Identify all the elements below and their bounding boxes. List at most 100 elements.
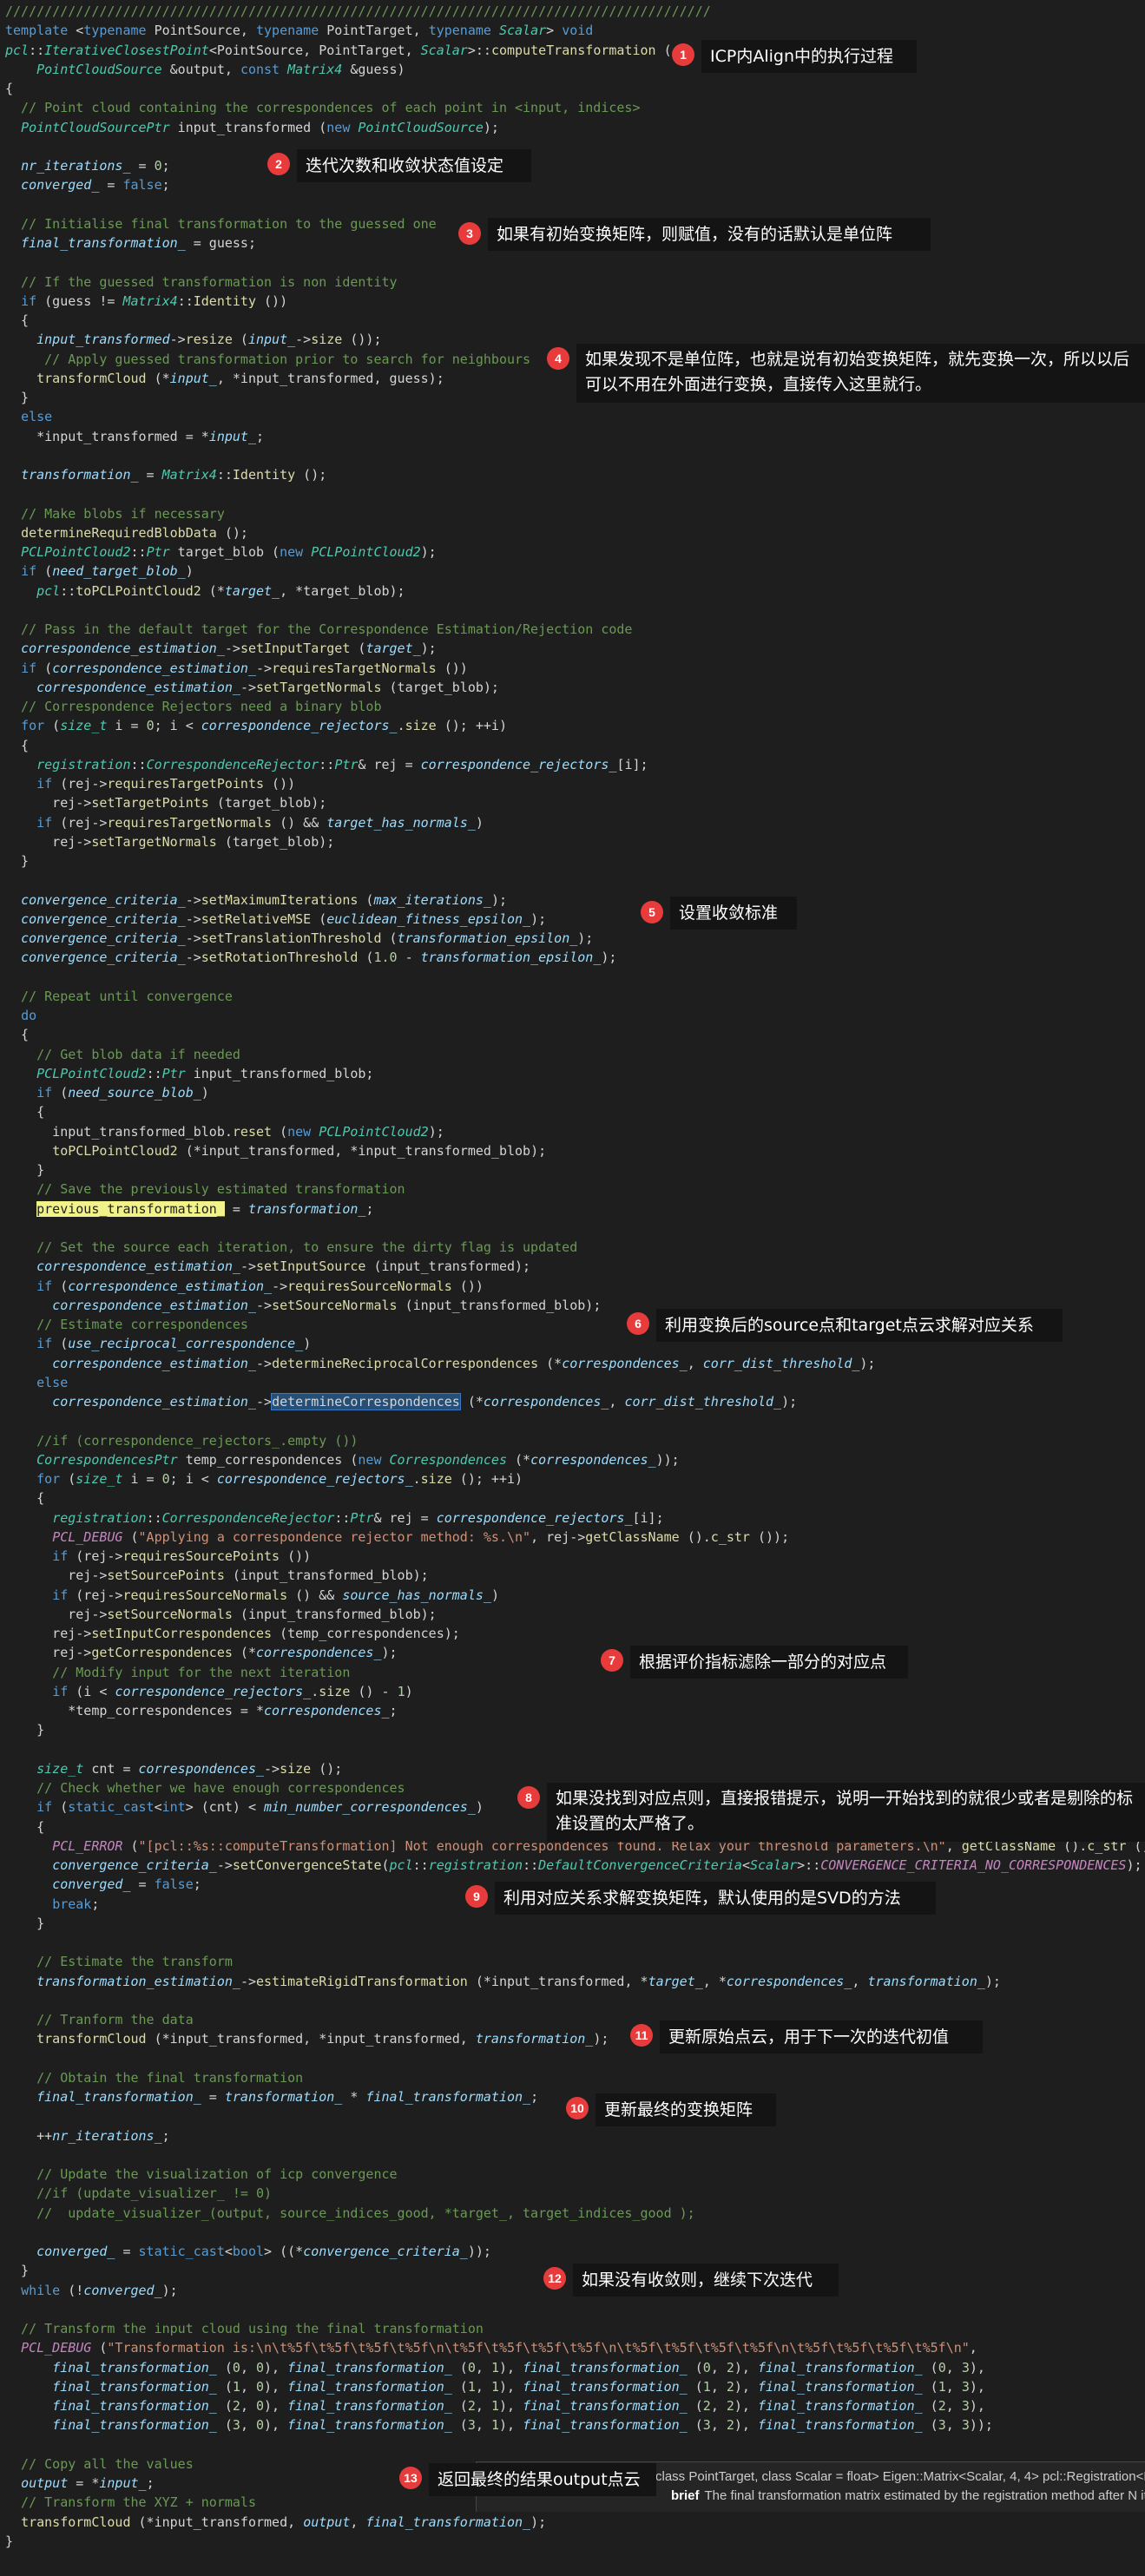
code-line[interactable]: rej->getCorrespondences (*correspondence…: [5, 1643, 397, 1662]
code-line[interactable]: final_transformation_ (1, 0), final_tran…: [5, 2377, 985, 2396]
code-line[interactable]: // Tranform the data: [5, 2010, 194, 2029]
code-line[interactable]: toPCLPointCloud2 (*input_transformed, *i…: [5, 1141, 546, 1160]
code-line[interactable]: rej->setTargetNormals (target_blob);: [5, 832, 334, 851]
code-line[interactable]: }: [5, 1914, 44, 1933]
code-line[interactable]: PointCloudSourcePtr input_transformed (n…: [5, 118, 499, 137]
code-line[interactable]: {: [5, 79, 13, 98]
code-line[interactable]: else: [5, 1373, 68, 1392]
code-line[interactable]: // update_visualizer_(output, source_ind…: [5, 2204, 695, 2223]
code-line[interactable]: convergence_criteria_->setRelativeMSE (e…: [5, 910, 546, 929]
code-line[interactable]: convergence_criteria_->setConvergenceSta…: [5, 1856, 1142, 1875]
code-line[interactable]: pcl::toPCLPointCloud2 (*target_, *target…: [5, 582, 405, 601]
code-line[interactable]: if (rej->requiresTargetPoints ()): [5, 774, 295, 793]
code-line[interactable]: correspondence_estimation_->determineCor…: [5, 1392, 797, 1411]
code-line[interactable]: ////////////////////////////////////////…: [5, 2, 711, 21]
code-line[interactable]: // Transform the XYZ + normals: [5, 2493, 256, 2512]
code-line[interactable]: // Estimate correspondences: [5, 1315, 248, 1334]
code-line[interactable]: determineRequiredBlobData ();: [5, 523, 248, 542]
code-line[interactable]: size_t cnt = correspondences_->size ();: [5, 1759, 342, 1778]
code-line[interactable]: CorrespondencesPtr temp_correspondences …: [5, 1450, 680, 1469]
code-line[interactable]: //if (correspondence_rejectors_.empty ()…: [5, 1431, 358, 1450]
code-line[interactable]: // Repeat until convergence: [5, 987, 233, 1006]
code-line[interactable]: while (!converged_);: [5, 2281, 178, 2300]
code-line[interactable]: do: [5, 1006, 36, 1025]
code-line[interactable]: if (guess != Matrix4::Identity ()): [5, 292, 287, 311]
code-line[interactable]: converged_ = false;: [5, 1875, 201, 1894]
code-line[interactable]: if (need_source_blob_): [5, 1083, 209, 1102]
code-line[interactable]: // If the guessed transformation is non …: [5, 273, 398, 292]
code-line[interactable]: {: [5, 1025, 29, 1044]
code-line[interactable]: correspondence_estimation_->setTargetNor…: [5, 678, 499, 697]
code-line[interactable]: // Save the previously estimated transfo…: [5, 1180, 405, 1199]
code-line[interactable]: }: [5, 1720, 44, 1739]
code-line[interactable]: // Check whether we have enough correspo…: [5, 1778, 405, 1797]
code-line[interactable]: convergence_criteria_->setMaximumIterati…: [5, 890, 507, 910]
code-line[interactable]: // Get blob data if needed: [5, 1045, 240, 1064]
code-line[interactable]: correspondence_estimation_->determineRec…: [5, 1354, 875, 1373]
code-line[interactable]: // Copy all the values: [5, 2454, 194, 2474]
code-line[interactable]: {: [5, 1102, 44, 1121]
code-line[interactable]: }: [5, 388, 29, 407]
code-line[interactable]: if (rej->requiresSourceNormals () && sou…: [5, 1586, 499, 1605]
code-line[interactable]: if (need_target_blob_): [5, 562, 194, 581]
code-line[interactable]: if (rej->requiresTargetNormals () && tar…: [5, 813, 484, 832]
code-line[interactable]: template <typename PointSource, typename…: [5, 21, 593, 40]
code-line[interactable]: }: [5, 2532, 13, 2551]
code-line[interactable]: // Make blobs if necessary: [5, 504, 225, 523]
code-line[interactable]: transformation_estimation_->estimateRigi…: [5, 1972, 1001, 1991]
code-line[interactable]: // Estimate the transform: [5, 1952, 233, 1971]
code-line[interactable]: rej->setInputCorrespondences (temp_corre…: [5, 1624, 460, 1643]
code-line[interactable]: {: [5, 1488, 44, 1508]
code-line[interactable]: final_transformation_ (3, 0), final_tran…: [5, 2415, 993, 2435]
code-line[interactable]: if (static_cast<int> (cnt) < min_number_…: [5, 1797, 484, 1817]
code-line[interactable]: {: [5, 1817, 44, 1837]
code-line[interactable]: // Apply guessed transformation prior to…: [5, 350, 530, 369]
code-line[interactable]: PCLPointCloud2::Ptr input_transformed_bl…: [5, 1064, 373, 1083]
code-line[interactable]: break;: [5, 1895, 99, 1914]
code-line[interactable]: registration::CorrespondenceRejector::Pt…: [5, 755, 648, 774]
code-line[interactable]: pcl::IterativeClosestPoint<PointSource, …: [5, 41, 672, 60]
code-line[interactable]: final_transformation_ = transformation_ …: [5, 2087, 538, 2106]
code-line[interactable]: input_transformed_blob.reset (new PCLPoi…: [5, 1122, 444, 1141]
code-line[interactable]: if (use_reciprocal_correspondence_): [5, 1334, 311, 1353]
code-line[interactable]: }: [5, 851, 29, 871]
code-line[interactable]: // Transform the input cloud using the f…: [5, 2319, 484, 2338]
code-line[interactable]: final_transformation_ (0, 0), final_tran…: [5, 2358, 985, 2377]
code-line[interactable]: correspondence_estimation_->setInputSour…: [5, 1257, 530, 1276]
code-line[interactable]: {: [5, 311, 29, 330]
code-line[interactable]: // Correspondence Rejectors need a binar…: [5, 697, 381, 716]
code-line[interactable]: final_transformation_ = guess;: [5, 233, 256, 253]
code-line[interactable]: rej->setTargetPoints (target_blob);: [5, 793, 326, 812]
code-line[interactable]: correspondence_estimation_->setSourceNor…: [5, 1296, 601, 1315]
code-line[interactable]: *input_transformed = *input_;: [5, 427, 264, 446]
code-line[interactable]: ++nr_iterations_;: [5, 2126, 170, 2146]
code-line[interactable]: transformCloud (*input_transformed, *inp…: [5, 2029, 609, 2048]
code-line[interactable]: // Pass in the default target for the Co…: [5, 620, 632, 639]
code-line[interactable]: previous_transformation_ = transformatio…: [5, 1199, 373, 1219]
code-line[interactable]: rej->setSourceNormals (input_transformed…: [5, 1605, 436, 1624]
code-line[interactable]: PCL_DEBUG ("Applying a correspondence re…: [5, 1528, 789, 1547]
code-line[interactable]: if (correspondence_estimation_->requires…: [5, 659, 468, 678]
code-line[interactable]: PointCloudSource &output, const Matrix4 …: [5, 60, 405, 79]
code-line[interactable]: transformCloud (*input_, *input_transfor…: [5, 369, 444, 388]
code-line[interactable]: final_transformation_ (2, 0), final_tran…: [5, 2396, 985, 2415]
code-line[interactable]: nr_iterations_ = 0;: [5, 156, 170, 175]
code-line[interactable]: //if (update_visualizer_ != 0): [5, 2184, 272, 2203]
code-line[interactable]: // Update the visualization of icp conve…: [5, 2165, 397, 2184]
code-line[interactable]: convergence_criteria_->setRotationThresh…: [5, 948, 616, 967]
code-line[interactable]: converged_ = static_cast<bool> ((*conver…: [5, 2242, 491, 2261]
code-line[interactable]: for (size_t i = 0; i < correspondence_re…: [5, 716, 507, 735]
code-line[interactable]: else: [5, 407, 52, 426]
code-line[interactable]: }: [5, 1160, 44, 1180]
code-line[interactable]: transformCloud (*input_transformed, outp…: [5, 2513, 546, 2532]
code-line[interactable]: transformation_ = Matrix4::Identity ();: [5, 465, 326, 484]
code-line[interactable]: input_transformed->resize (input_->size …: [5, 330, 381, 349]
code-line[interactable]: correspondence_estimation_->setInputTarg…: [5, 639, 437, 658]
code-line[interactable]: if (correspondence_estimation_->requires…: [5, 1277, 484, 1296]
code-line[interactable]: *temp_correspondences = *correspondences…: [5, 1701, 397, 1720]
code-line[interactable]: // Obtain the final transformation: [5, 2068, 303, 2087]
code-line[interactable]: registration::CorrespondenceRejector::Pt…: [5, 1508, 663, 1528]
code-line[interactable]: PCLPointCloud2::Ptr target_blob (new PCL…: [5, 542, 437, 562]
code-line[interactable]: // Set the source each iteration, to ens…: [5, 1238, 577, 1257]
code-line[interactable]: PCL_DEBUG ("Transformation is:\n\t%5f\t%…: [5, 2338, 977, 2357]
